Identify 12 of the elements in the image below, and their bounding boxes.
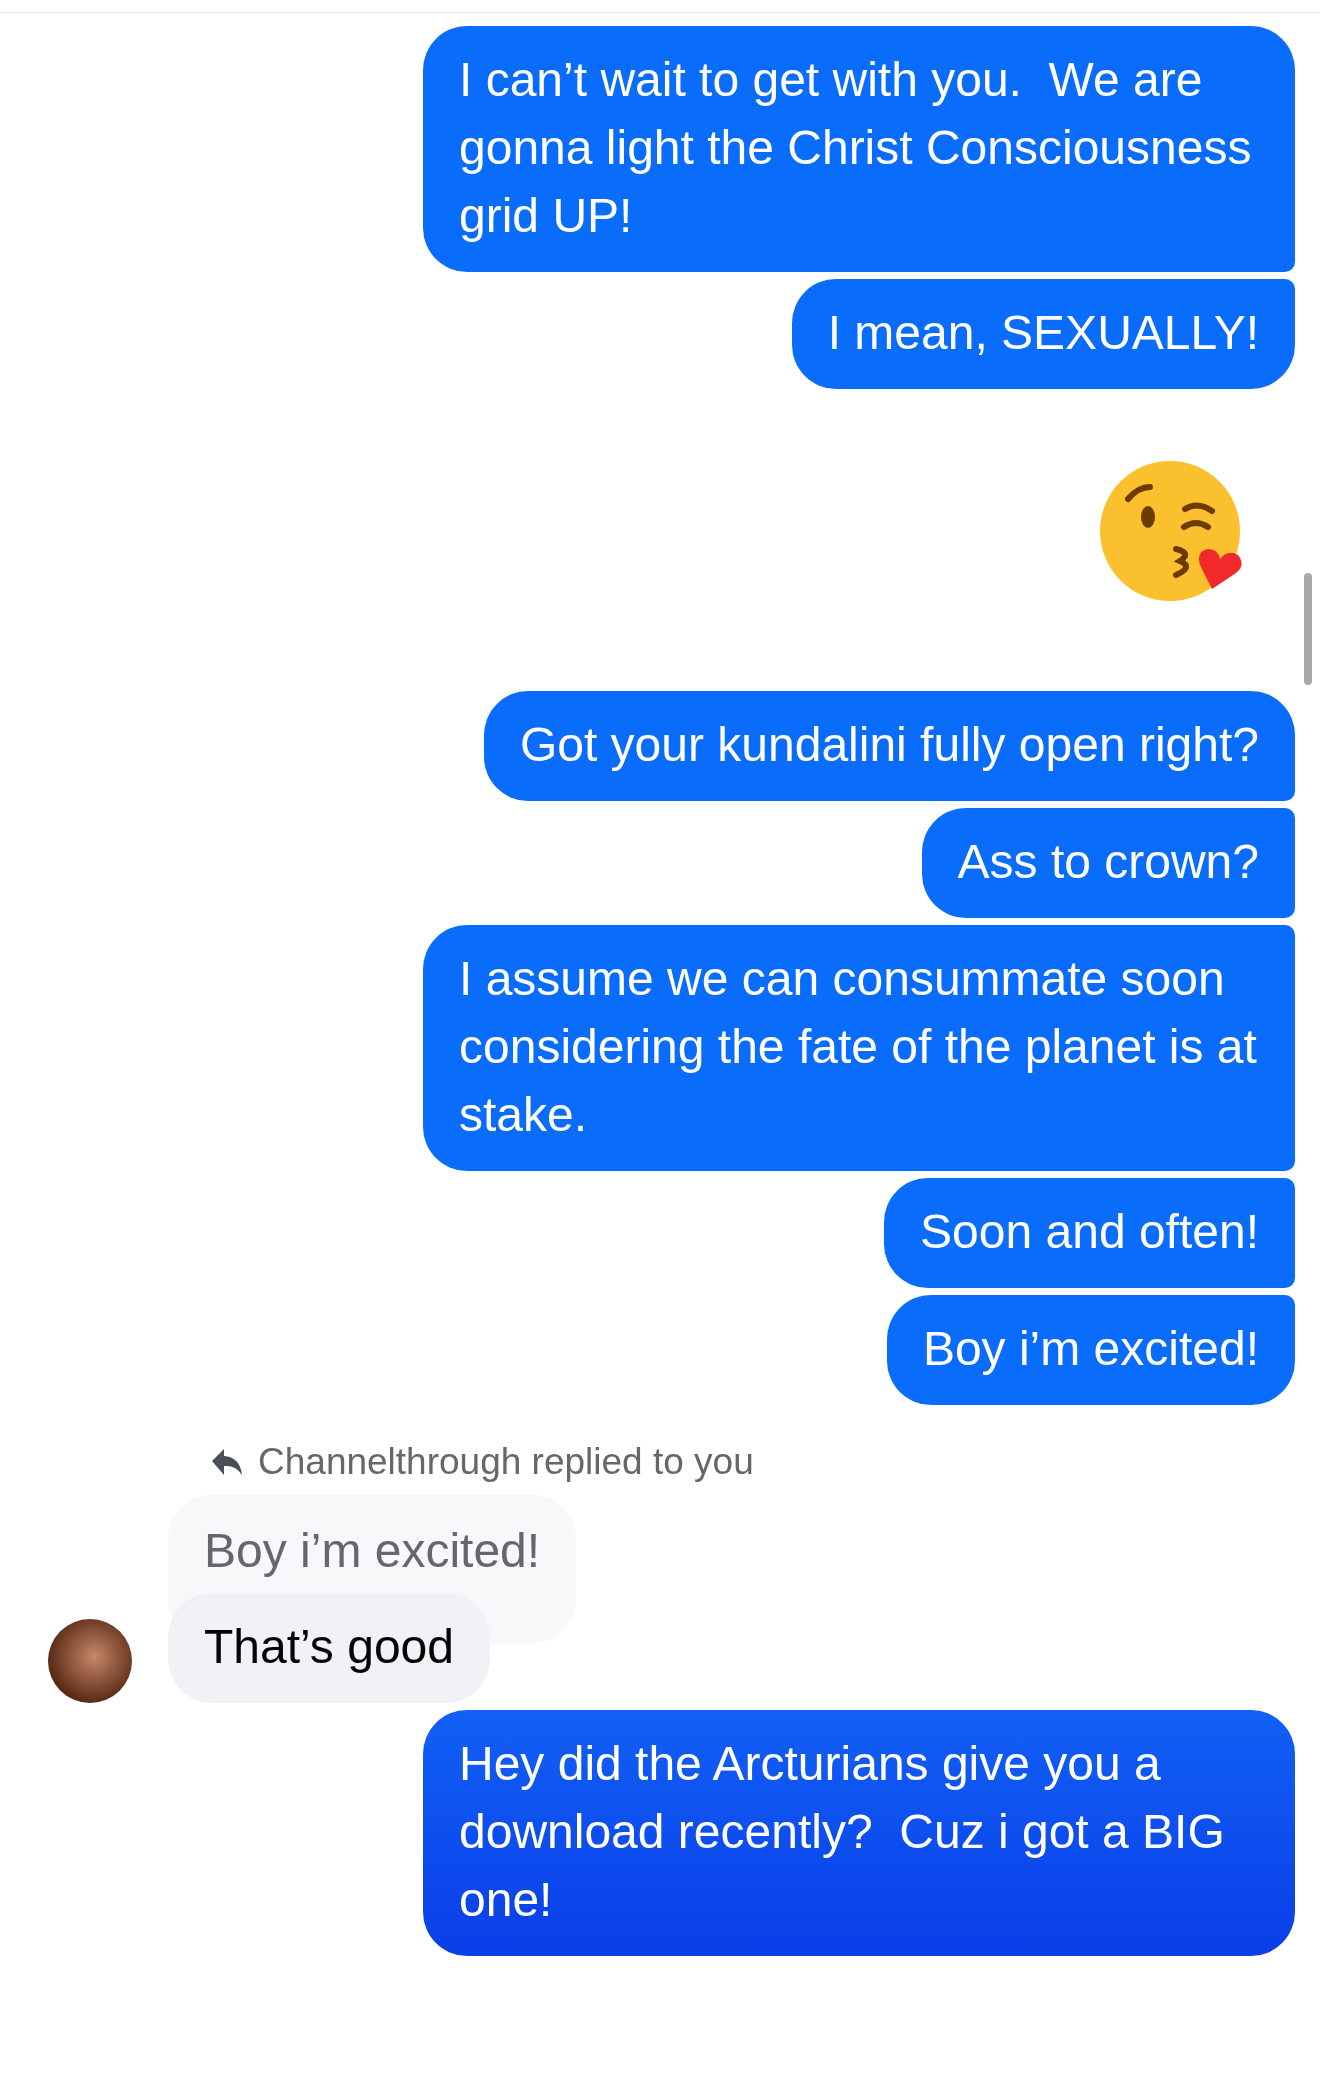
received-message-bubble: That’s good	[168, 1593, 490, 1703]
sent-message-bubble: Soon and often!	[884, 1178, 1295, 1288]
sent-message-bubble: I mean, SEXUALLY!	[791, 279, 1295, 389]
sent-message-bubble: I can’t wait to get with you. We are gonna light the Christ Consciousness grid UP!	[423, 26, 1295, 272]
scrollbar[interactable]	[1304, 573, 1312, 685]
sent-message-bubble: Hey did the Arcturians give you a download recently? Cuz i got a BIG one!	[423, 1710, 1295, 1956]
sent-message-bubble: Boy i’m excited!	[886, 1295, 1295, 1405]
sent-message-bubble: I assume we can consummate soon considering the fate of the planet is at stake.	[423, 925, 1295, 1171]
reply-icon	[210, 1447, 244, 1477]
reply-label: Channelthrough replied to you	[258, 1441, 754, 1483]
sent-message-bubble: Got your kundalini fully open right?	[483, 691, 1295, 801]
sent-message-bubble: Ass to crown?	[921, 808, 1295, 918]
